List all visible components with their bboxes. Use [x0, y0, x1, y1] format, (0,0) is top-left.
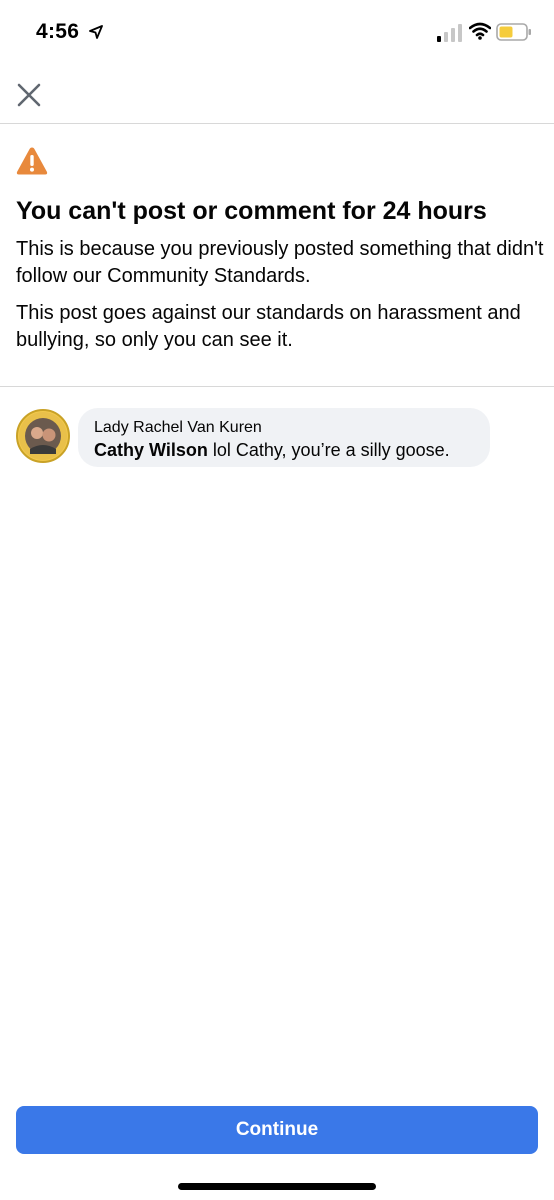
comment-row: Lady Rachel Van Kuren Cathy Wilson lol C…: [16, 408, 538, 468]
warning-body: This is because you previously posted so…: [16, 238, 544, 287]
continue-button[interactable]: Continue: [16, 1106, 538, 1154]
comment-mention[interactable]: Cathy Wilson: [94, 440, 208, 460]
screen: 4:56 You can't post or comment for 24 ho…: [0, 0, 554, 1200]
cellular-signal-icon: [437, 24, 462, 42]
close-button[interactable]: [14, 80, 44, 110]
close-icon: [17, 83, 41, 107]
comment-text: Cathy Wilson lol Cathy, you’re a silly g…: [94, 438, 474, 462]
battery-icon: [496, 23, 531, 41]
warning-icon: [16, 147, 48, 175]
status-bar: 4:56: [0, 0, 554, 66]
avatar-photo: [19, 412, 67, 460]
comment-message: lol Cathy, you’re a silly goose.: [207, 440, 450, 460]
home-indicator: [178, 1183, 376, 1190]
warning-detail: This post goes against our standards on …: [16, 302, 521, 351]
comment-bubble: Lady Rachel Van Kuren Cathy Wilson lol C…: [78, 408, 490, 467]
warning-section: You can't post or comment for 24 hours T…: [0, 124, 554, 387]
location-arrow-icon: [89, 25, 103, 39]
comment-author[interactable]: Lady Rachel Van Kuren: [94, 418, 474, 438]
warning-title: You can't post or comment for 24 hours: [16, 197, 487, 225]
wifi-icon: [469, 22, 491, 40]
status-time: 4:56: [36, 20, 80, 43]
avatar: [16, 409, 70, 463]
header: [0, 66, 554, 124]
